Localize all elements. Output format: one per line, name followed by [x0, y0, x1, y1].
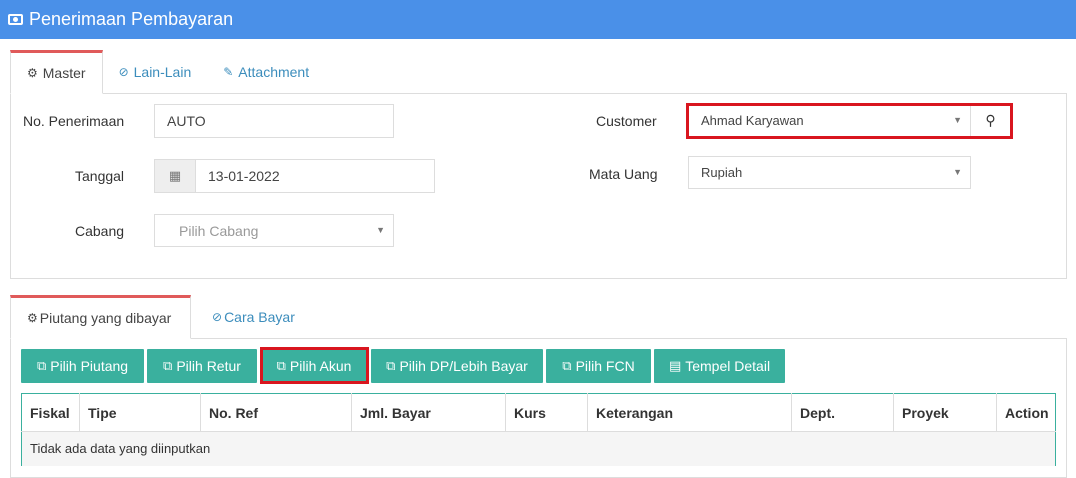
- pilih-retur-button[interactable]: ⧉ Pilih Retur: [147, 349, 257, 383]
- no-penerimaan-label: No. Penerimaan: [23, 113, 125, 129]
- paperclip-icon: ✎: [223, 65, 234, 79]
- tab-master[interactable]: ⚙ Master: [10, 50, 103, 94]
- master-tabs: ⚙ Master ⊘ Lain-Lain ✎ Attachment: [10, 50, 325, 94]
- gears-icon: ⚙: [27, 66, 38, 80]
- col-dept: Dept.: [791, 393, 894, 432]
- col-action: Action: [996, 393, 1056, 432]
- col-keterangan: Keterangan: [587, 393, 792, 432]
- col-jml-bayar: Jml. Bayar: [351, 393, 506, 432]
- copy-icon: ⧉: [36, 358, 47, 373]
- customer-highlight-box: [686, 103, 1013, 139]
- pilih-fcn-button[interactable]: ⧉ Pilih FCN: [546, 349, 651, 383]
- check-circle-icon: ⊘: [212, 310, 223, 324]
- money-icon: [8, 14, 23, 25]
- empty-table-message: Tidak ada data yang diinputkan: [21, 431, 1056, 466]
- page-title: Penerimaan Pembayaran: [29, 9, 234, 29]
- cabang-label: Cabang: [75, 223, 125, 239]
- mata-uang-label: Mata Uang: [589, 166, 658, 182]
- copy-icon: ⧉: [386, 358, 396, 373]
- chevron-down-icon: ▼: [376, 225, 385, 235]
- pilih-piutang-button[interactable]: ⧉ Pilih Piutang: [21, 349, 144, 383]
- calendar-icon: ▦: [168, 168, 182, 183]
- pilih-akun-highlight-box: [260, 347, 369, 384]
- chevron-down-icon: ▼: [953, 167, 962, 177]
- tab-lain-lain[interactable]: ⊘ Lain-Lain: [103, 50, 208, 94]
- col-proyek: Proyek: [893, 393, 997, 432]
- mata-uang-select[interactable]: Rupiah ▼: [688, 156, 971, 189]
- copy-icon: ⧉: [562, 358, 572, 373]
- pilih-dp-lebih-bayar-button[interactable]: ⧉ Pilih DP/Lebih Bayar: [371, 349, 543, 383]
- col-kurs: Kurs: [505, 393, 588, 432]
- tab-cara-bayar[interactable]: ⊘ Cara Bayar: [191, 295, 311, 339]
- paste-icon: ▤: [668, 358, 682, 373]
- col-tipe: Tipe: [79, 393, 201, 432]
- gears-icon: ⚙: [27, 311, 38, 325]
- col-no-ref: No. Ref: [200, 393, 352, 432]
- col-fiskal: Fiskal: [21, 393, 80, 432]
- table-header-row: Fiskal Tipe No. Ref Jml. Bayar Kurs Kete…: [21, 393, 1056, 432]
- window-title-bar: Penerimaan Pembayaran: [0, 0, 1076, 39]
- no-penerimaan-input[interactable]: AUTO: [154, 104, 394, 138]
- customer-label: Customer: [596, 113, 657, 129]
- tempel-detail-button[interactable]: ▤ Tempel Detail: [654, 349, 785, 383]
- tab-attachment[interactable]: ✎ Attachment: [207, 50, 325, 94]
- table-row: Tidak ada data yang diinputkan: [21, 431, 1056, 466]
- tab-piutang-yang-dibayar[interactable]: ⚙ Piutang yang dibayar: [10, 295, 191, 339]
- calendar-addon[interactable]: ▦: [154, 159, 196, 193]
- detail-table: Fiskal Tipe No. Ref Jml. Bayar Kurs Kete…: [21, 393, 1056, 466]
- tanggal-input[interactable]: 13-01-2022: [195, 159, 435, 193]
- detail-tabs: ⚙ Piutang yang dibayar ⊘ Cara Bayar: [10, 295, 311, 339]
- copy-icon: ⧉: [163, 358, 173, 373]
- cabang-select[interactable]: Pilih Cabang ▼: [154, 214, 394, 247]
- tanggal-label: Tanggal: [75, 168, 125, 184]
- check-circle-icon: ⊘: [118, 65, 129, 79]
